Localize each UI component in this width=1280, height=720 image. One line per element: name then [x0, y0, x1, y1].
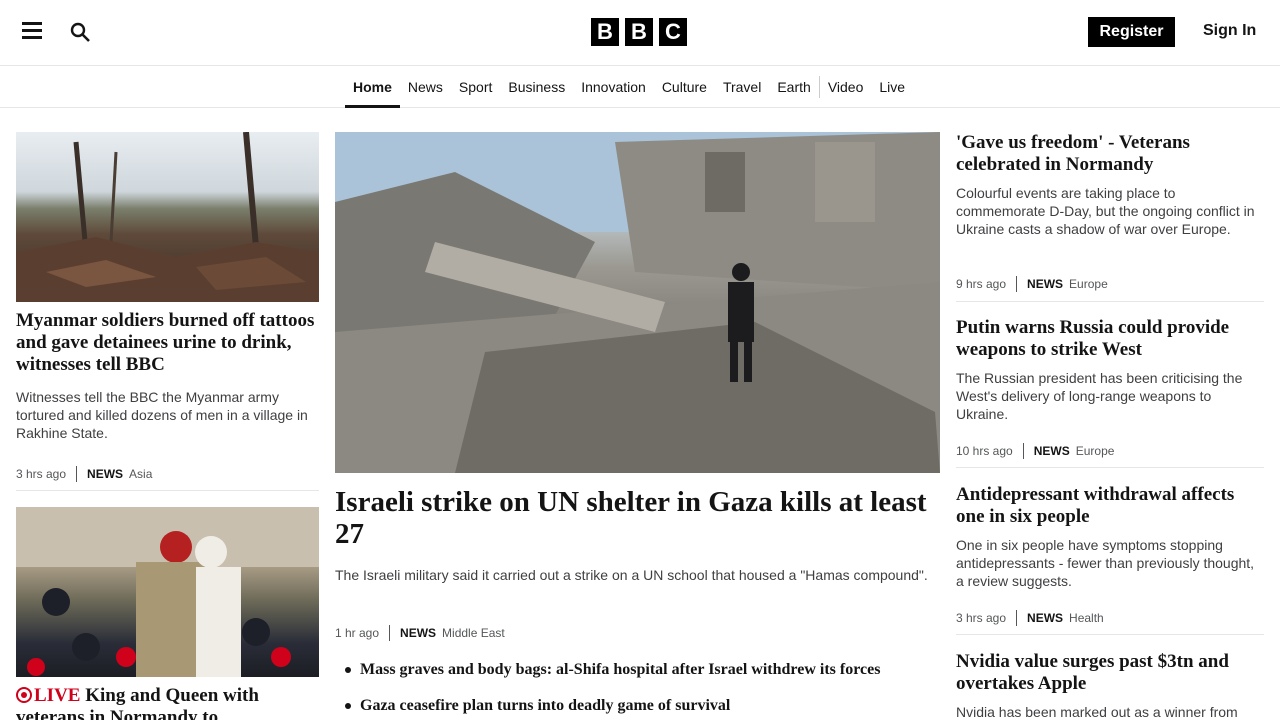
right-story-summary: The Russian president has been criticisi… [956, 370, 1243, 422]
right-story-headline[interactable]: 'Gave us freedom' - Veterans celebrated … [956, 132, 1264, 176]
nav-home[interactable]: Home [345, 66, 400, 108]
meta-separator [76, 466, 78, 482]
nav-business[interactable]: Business [500, 66, 573, 108]
nav-news[interactable]: News [400, 66, 451, 108]
right-story-headline[interactable]: Putin warns Russia could provide weapons… [956, 317, 1264, 361]
bbc-logo[interactable]: B B C [591, 18, 687, 46]
nav-earth[interactable]: Earth [769, 66, 818, 108]
topic-label[interactable]: Europe [1069, 277, 1108, 291]
right-story-summary: Colourful events are taking place to com… [956, 185, 1255, 237]
normandy-story-image[interactable] [16, 507, 319, 677]
section-label[interactable]: NEWS [1027, 277, 1063, 291]
section-nav: Home News Sport Business Innovation Cult… [0, 66, 1280, 108]
menu-icon[interactable] [22, 22, 42, 42]
story-divider [16, 490, 319, 491]
gaza-meta: 1 hr ago NEWS Middle East [335, 625, 505, 641]
topic-label[interactable]: Asia [129, 467, 152, 481]
story-divider [956, 634, 1264, 635]
right-story-summary: Nvidia has been marked out as a winner f… [956, 704, 1238, 720]
right-story-meta: 10 hrs ago NEWS Europe [956, 443, 1114, 459]
nav-innovation[interactable]: Innovation [573, 66, 654, 108]
right-story-summary: One in six people have symptoms stopping… [956, 537, 1255, 589]
nav-sport[interactable]: Sport [451, 66, 500, 108]
story-time: 9 hrs ago [956, 277, 1007, 291]
myanmar-headline[interactable]: Myanmar soldiers burned off tattoos and … [16, 310, 319, 376]
top-bar: B B C Register Sign In [0, 0, 1280, 66]
section-label[interactable]: NEWS [1034, 444, 1070, 458]
gaza-summary: The Israeli military said it carried out… [335, 567, 928, 583]
myanmar-summary: Witnesses tell the BBC the Myanmar army … [16, 389, 308, 441]
story-divider [956, 467, 1264, 468]
section-label[interactable]: NEWS [400, 626, 436, 640]
live-label: LIVE [34, 685, 81, 706]
related-links: Mass graves and body bags: al-Shifa hosp… [345, 660, 880, 720]
register-button[interactable]: Register [1088, 17, 1175, 47]
nav-live[interactable]: Live [871, 66, 913, 108]
logo-letter: B [591, 18, 619, 46]
myanmar-meta: 3 hrs ago NEWS Asia [16, 466, 152, 482]
section-label[interactable]: NEWS [1027, 611, 1063, 625]
related-link[interactable]: Gaza ceasefire plan turns into deadly ga… [345, 696, 880, 716]
myanmar-story-image[interactable] [16, 132, 319, 302]
right-story-headline[interactable]: Antidepressant withdrawal affects one in… [956, 484, 1264, 528]
section-label[interactable]: NEWS [87, 467, 123, 481]
right-story-headline[interactable]: Nvidia value surges past $3tn and overta… [956, 651, 1264, 695]
meta-separator [1022, 443, 1024, 459]
related-link[interactable]: Mass graves and body bags: al-Shifa hosp… [345, 660, 880, 680]
topic-label[interactable]: Health [1069, 611, 1104, 625]
gaza-story-image[interactable] [335, 132, 940, 473]
story-time: 1 hr ago [335, 626, 380, 640]
topic-label[interactable]: Middle East [442, 626, 505, 640]
live-icon [16, 687, 32, 703]
story-time: 3 hrs ago [956, 611, 1007, 625]
meta-separator [389, 625, 391, 641]
nav-travel[interactable]: Travel [715, 66, 769, 108]
sign-in-link[interactable]: Sign In [1203, 22, 1256, 40]
logo-letter: C [659, 18, 687, 46]
right-story-meta: 3 hrs ago NEWS Health [956, 610, 1104, 626]
story-time: 3 hrs ago [16, 467, 67, 481]
story-divider [956, 301, 1264, 302]
gaza-headline[interactable]: Israeli strike on UN shelter in Gaza kil… [335, 486, 935, 550]
meta-separator [1016, 276, 1018, 292]
logo-letter: B [625, 18, 653, 46]
search-icon[interactable] [70, 22, 90, 42]
meta-separator [1016, 610, 1018, 626]
normandy-headline[interactable]: LIVE King and Queen with veterans in Nor… [16, 685, 319, 720]
right-story-meta: 9 hrs ago NEWS Europe [956, 276, 1108, 292]
topic-label[interactable]: Europe [1076, 444, 1115, 458]
nav-culture[interactable]: Culture [654, 66, 715, 108]
nav-video[interactable]: Video [820, 66, 872, 108]
story-time: 10 hrs ago [956, 444, 1013, 458]
